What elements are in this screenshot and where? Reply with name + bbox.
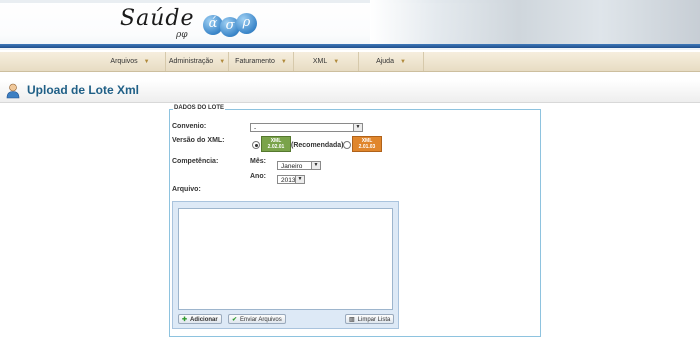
send-files-button[interactable]: ✔ Enviar Arquivos xyxy=(228,314,286,324)
ano-value: 2013 xyxy=(281,177,296,184)
user-icon xyxy=(6,83,20,99)
menu-bar: Arquivos ▼ Administração ▼ Faturamento ▼ XM… xyxy=(0,52,700,72)
plus-icon: ✚ xyxy=(182,317,188,323)
ano-select[interactable]: 2013 ▼ xyxy=(277,175,305,184)
clear-list-button[interactable]: ▥ Limpar Lista xyxy=(345,314,395,324)
header-banner: Saúde ρφ ά σ ρ xyxy=(0,0,700,50)
competencia-label: Competência: xyxy=(172,158,219,165)
menu-label: Arquivos xyxy=(110,58,138,65)
fieldset-legend: DADOS DO LOTE xyxy=(173,105,226,111)
clear-label: Limpar Lista xyxy=(357,317,391,323)
versao-radio-2-01-03[interactable] xyxy=(343,141,351,149)
logo-subtext: ρφ xyxy=(176,30,188,40)
convenio-value: - xyxy=(254,125,257,132)
send-label: Enviar Arquivos xyxy=(240,317,282,323)
menu-administracao[interactable]: Administração ▼ xyxy=(166,52,229,71)
chevron-down-icon: ▼ xyxy=(399,59,406,65)
add-label: Adicionar xyxy=(190,317,218,323)
ano-label: Ano: xyxy=(250,173,266,180)
header-stethoscope-image xyxy=(370,0,700,46)
file-list-area[interactable] xyxy=(178,208,393,310)
menu-faturamento[interactable]: Faturamento ▼ xyxy=(229,52,294,71)
recomendada-label: (Recomendada) xyxy=(291,142,344,149)
upload-panel: ✚ Adicionar ✔ Enviar Arquivos ▥ Limpar List… xyxy=(172,201,399,329)
chevron-down-icon: ▼ xyxy=(295,176,304,183)
menu-ajuda[interactable]: Ajuda ▼ xyxy=(359,52,424,71)
menu-label: Faturamento xyxy=(235,58,275,65)
badge-line2: 2.02.01 xyxy=(267,144,285,150)
chevron-down-icon: ▼ xyxy=(143,59,150,65)
xml-version-badge-2: XML 2.01.03 xyxy=(352,136,382,152)
chevron-down-icon: ▼ xyxy=(353,124,362,131)
badge-line2: 2.01.03 xyxy=(358,144,376,150)
chevron-down-icon: ▼ xyxy=(333,59,340,65)
xml-version-badge-1: XML 2.02.01 xyxy=(261,136,291,152)
page-title-bar: Upload de Lote Xml xyxy=(0,80,700,103)
check-icon: ✔ xyxy=(232,317,238,323)
arquivo-label: Arquivo: xyxy=(172,186,201,193)
add-button[interactable]: ✚ Adicionar xyxy=(178,314,222,324)
logo-bubble-3: ρ xyxy=(236,13,257,34)
mes-value: Janeiro xyxy=(281,163,303,170)
menu-label: Ajuda xyxy=(376,58,394,65)
menu-label: XML xyxy=(312,58,328,65)
trash-icon: ▥ xyxy=(349,317,355,323)
menu-arquivos[interactable]: Arquivos ▼ xyxy=(95,52,166,71)
mes-select[interactable]: Janeiro ▼ xyxy=(277,161,321,170)
convenio-select[interactable]: - ▼ xyxy=(250,123,363,132)
versao-label: Versão do XML: xyxy=(172,137,225,144)
logo-text: Saúde xyxy=(120,6,195,31)
page-title: Upload de Lote Xml xyxy=(27,83,140,97)
versao-radio-2-02-01[interactable] xyxy=(252,141,260,149)
mes-label: Mês: xyxy=(250,158,266,165)
chevron-down-icon: ▼ xyxy=(311,162,320,169)
convenio-label: Convenio: xyxy=(172,123,207,130)
chevron-down-icon: ▼ xyxy=(280,59,287,65)
menu-label: Administração xyxy=(168,58,214,65)
chevron-down-icon: ▼ xyxy=(219,59,226,65)
menu-xml[interactable]: XML ▼ xyxy=(294,52,359,71)
header-blue-bar xyxy=(0,44,700,48)
